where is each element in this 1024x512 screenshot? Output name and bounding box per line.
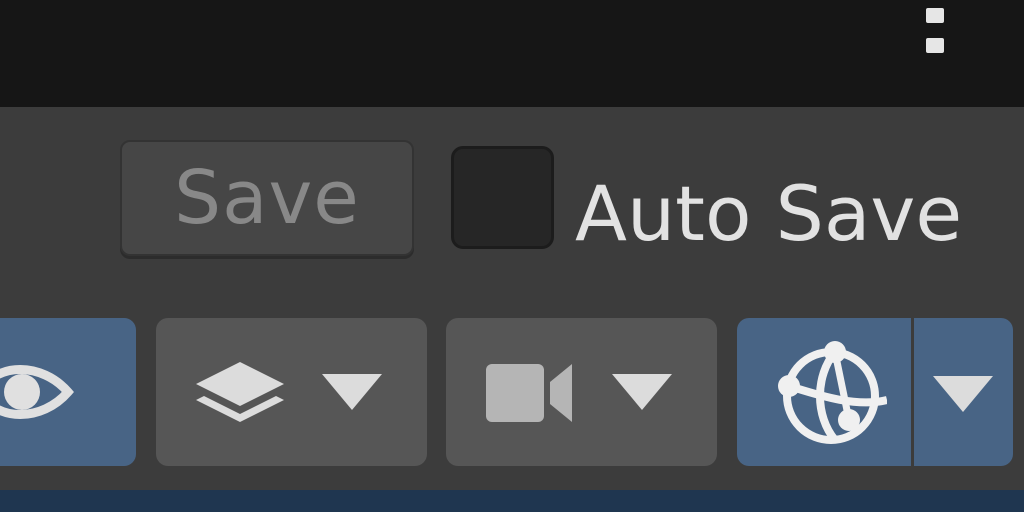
gizmo-sphere-icon (778, 341, 887, 444)
auto-save-checkbox[interactable] (451, 146, 554, 249)
layers-dropdown-button[interactable] (156, 318, 427, 466)
video-camera-icon (486, 364, 572, 422)
scene-view-edge (0, 490, 1024, 512)
eye-icon (0, 365, 74, 419)
save-button[interactable]: Save (120, 140, 414, 256)
more-vertical-icon[interactable] (926, 8, 946, 56)
camera-dropdown-button[interactable] (446, 318, 717, 466)
chevron-down-icon (322, 374, 382, 410)
gizmos-toggle-button[interactable] (737, 318, 911, 466)
chevron-down-icon (933, 376, 993, 412)
gizmos-dropdown-button[interactable] (911, 318, 1013, 466)
auto-save-label: Auto Save (575, 169, 963, 258)
layers-icon (196, 362, 284, 422)
visibility-toggle-button[interactable] (0, 318, 136, 466)
title-bar (0, 0, 1024, 107)
chevron-down-icon (612, 374, 672, 410)
